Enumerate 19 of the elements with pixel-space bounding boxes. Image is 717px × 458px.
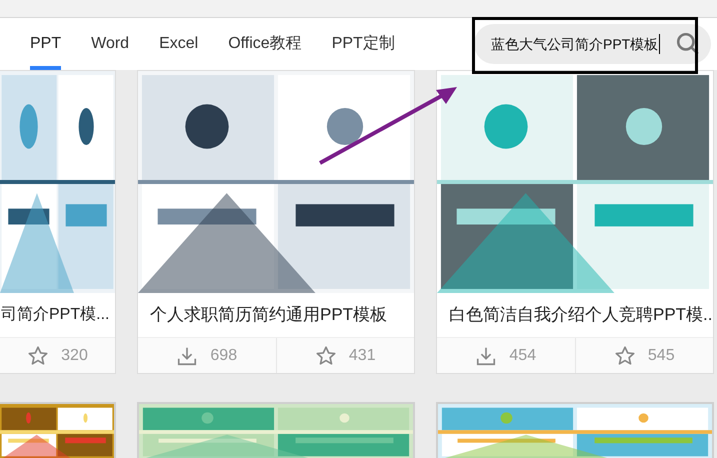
star-icon xyxy=(27,344,50,366)
favorite-count: 320 xyxy=(61,346,88,366)
nav-tab[interactable]: Word xyxy=(91,18,130,70)
nav-tab[interactable]: Excel xyxy=(159,18,198,70)
search-field[interactable]: 蓝色大气公司简介PPT模板 xyxy=(474,24,711,64)
nav-tab[interactable]: PPT定制 xyxy=(332,18,395,70)
favorite-count: 431 xyxy=(348,346,376,366)
template-card[interactable]: 个人求职简历简约通用PPT模板 698 431 xyxy=(137,70,415,374)
template-card[interactable]: 司简介PPT模... 320 xyxy=(0,70,116,374)
nav-tab[interactable]: Office教程 xyxy=(228,18,302,70)
download-count: 698 xyxy=(210,346,238,366)
download-count: 454 xyxy=(509,346,536,366)
template-title[interactable]: 个人求职简历简约通用PPT模板 xyxy=(150,302,388,328)
template-title[interactable]: 白色简洁自我介绍个人竞聘PPT模... xyxy=(449,302,713,328)
template-card[interactable]: 白色简洁自我介绍个人竞聘PPT模... 454 545 xyxy=(436,70,714,374)
template-title[interactable]: 司简介PPT模... xyxy=(1,303,110,327)
star-icon xyxy=(314,344,337,366)
favorite-count: 545 xyxy=(648,346,675,366)
star-icon xyxy=(614,344,636,366)
